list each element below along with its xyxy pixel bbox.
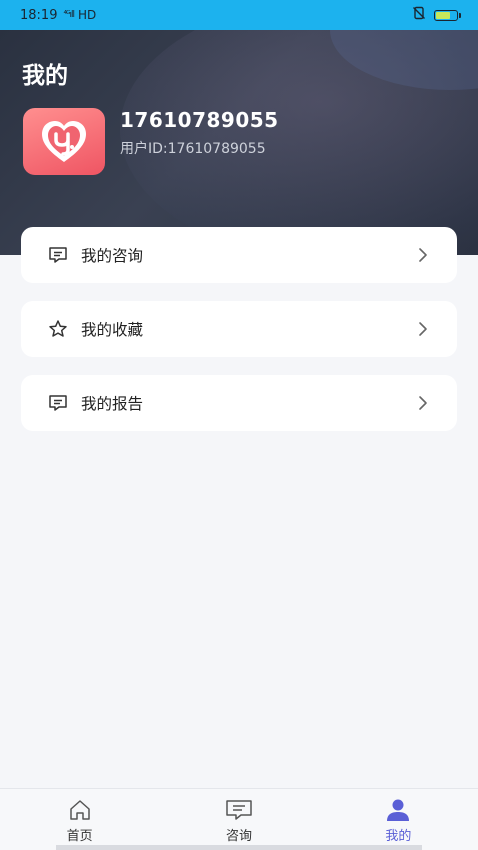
message-icon (226, 800, 252, 820)
profile-header: 我的 17610789055 用户ID:17610789055 (0, 30, 478, 255)
avatar[interactable] (23, 108, 105, 175)
signal-icon: ⁴ᴳıll (63, 10, 74, 20)
user-icon (387, 799, 410, 821)
chevron-right-icon (419, 322, 427, 336)
tab-label: 首页 (66, 829, 93, 844)
menu-item-favorites[interactable]: 我的收藏 (21, 301, 457, 357)
page-title: 我的 (22, 63, 68, 89)
bottom-tab-bar: 首页 咨询 我的 (0, 788, 478, 850)
battery-icon (434, 9, 461, 21)
home-icon (69, 800, 90, 820)
network-type: HD (77, 8, 97, 22)
tab-consult[interactable]: 咨询 (159, 789, 318, 850)
tab-label: 我的 (385, 829, 412, 844)
menu-item-label: 我的报告 (81, 395, 144, 413)
home-indicator (56, 845, 422, 850)
menu-item-label: 我的收藏 (81, 321, 144, 339)
star-icon (47, 318, 69, 340)
user-id: 用户ID:17610789055 (120, 141, 266, 157)
menu-item-label: 我的咨询 (81, 247, 144, 265)
message-icon (47, 392, 69, 414)
app-logo-icon (42, 120, 86, 162)
tab-mine[interactable]: 我的 (319, 789, 478, 850)
message-icon (47, 244, 69, 266)
menu-item-consultations[interactable]: 我的咨询 (21, 227, 457, 283)
tab-label: 咨询 (225, 829, 252, 844)
menu-item-reports[interactable]: 我的报告 (21, 375, 457, 431)
tab-home[interactable]: 首页 (0, 789, 159, 850)
status-time: 18:19 (20, 7, 58, 23)
user-phone: 17610789055 (120, 108, 279, 132)
chevron-right-icon (419, 396, 427, 410)
chevron-right-icon (419, 248, 427, 262)
status-bar: 18:19 ⁴ᴳıll HD (0, 0, 478, 30)
no-sim-icon (412, 6, 426, 24)
